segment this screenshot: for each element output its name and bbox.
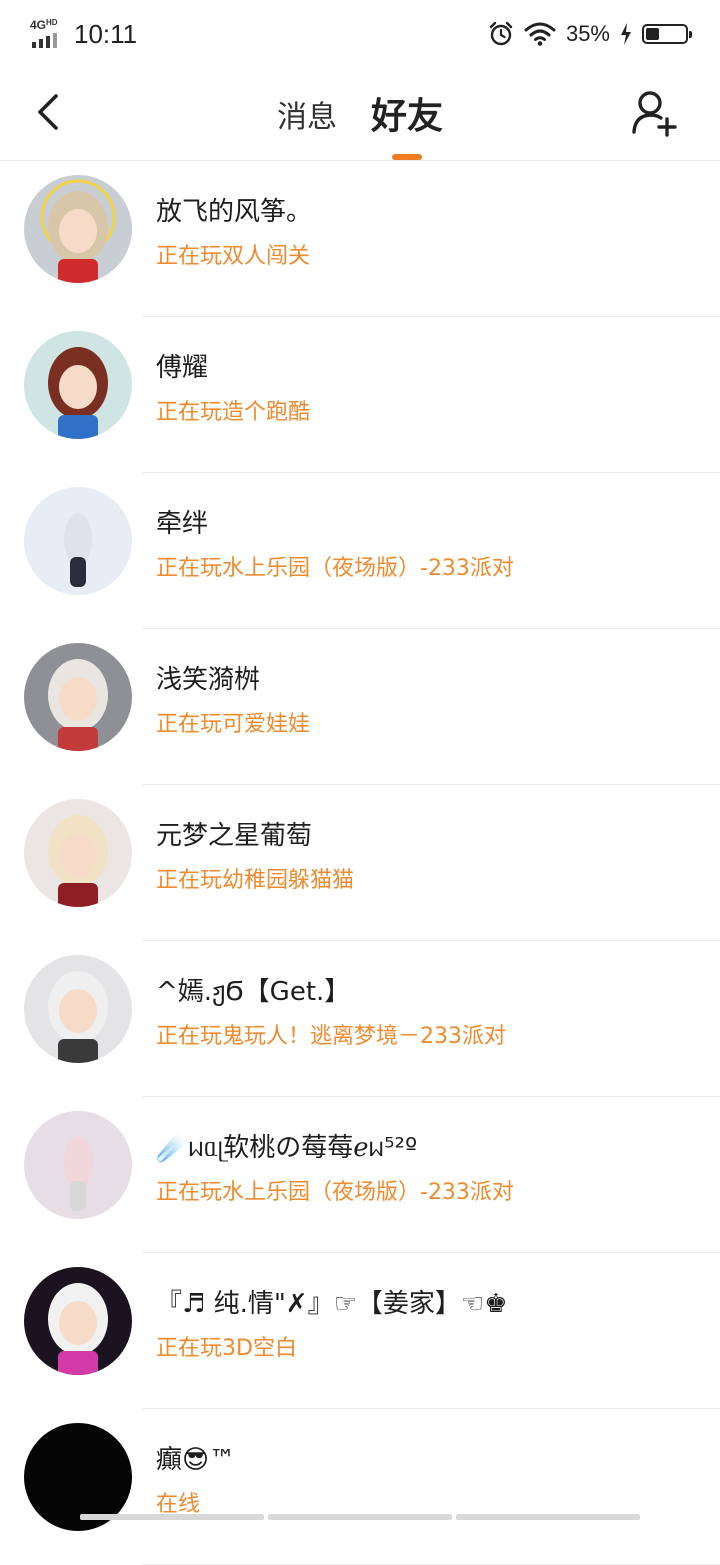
- battery-percent: 35%: [565, 21, 610, 46]
- avatar-character-image: [48, 971, 108, 1063]
- active-tab-indicator: [391, 154, 422, 160]
- avatar-character-image: [48, 347, 108, 439]
- friend-name: ☄️ᥕᥲᥨ软桃の莓莓ℯᥕ⁵²º: [156, 1133, 418, 1163]
- status-right: 35%: [488, 14, 692, 54]
- friend-name: 放飞的风筝。: [156, 197, 313, 227]
- friend-avatar[interactable]: [24, 643, 132, 751]
- friend-status: 正在玩双人闯关: [156, 244, 311, 269]
- avatar-character-image: [48, 659, 108, 751]
- friend-name: 傅耀: [156, 353, 209, 383]
- tab-bar: 消息 好友: [0, 66, 720, 160]
- battery-fill: [646, 28, 660, 40]
- alarm-icon: [489, 21, 513, 46]
- friend-name: 『♬ 纯.情"✗』☞【姜家】☜♚: [156, 1289, 508, 1319]
- network-type-label: 4GHD: [30, 18, 58, 32]
- battery-icon: [642, 24, 692, 44]
- bottom-bar-edge: [80, 1514, 640, 1520]
- friend-avatar[interactable]: [24, 1267, 132, 1375]
- friend-list-item[interactable]: 癲😎™ 在线: [0, 1409, 720, 1565]
- tab-messages[interactable]: 消息: [277, 65, 337, 161]
- friend-list-item[interactable]: 浅笑漪桝正在玩可爱娃娃: [0, 629, 720, 785]
- tab-friends-label: 好友: [370, 96, 443, 137]
- friend-avatar[interactable]: [24, 175, 132, 283]
- avatar-character-image: [64, 513, 92, 587]
- friend-list: 放飞的风筝。正在玩双人闯关傅耀正在玩造个跑酷牵绊正在玩水上乐园（夜场版）-233…: [0, 161, 720, 1565]
- friend-status: 正在玩3D空白: [156, 1336, 297, 1361]
- cellular-signal-icon: 4GHD: [30, 18, 66, 50]
- friend-name: ^嫣.ჟϬ【Get.】: [156, 977, 351, 1007]
- friend-list-item[interactable]: 傅耀 正在玩造个跑酷: [0, 317, 720, 473]
- avatar-character-image: [64, 1137, 92, 1211]
- friend-list-item[interactable]: 放飞的风筝。正在玩双人闯关: [0, 161, 720, 317]
- friend-name: 牵绊: [156, 509, 209, 539]
- friend-name: 浅笑漪桝: [156, 665, 261, 695]
- friend-list-item[interactable]: 『♬ 纯.情"✗』☞【姜家】☜♚ 正在玩3D空白: [0, 1253, 720, 1409]
- friend-avatar[interactable]: [24, 955, 132, 1063]
- friend-list-item[interactable]: ☄️ᥕᥲᥨ软桃の莓莓ℯᥕ⁵²º 正在玩水上乐园（夜场版）-233派对: [0, 1097, 720, 1253]
- friend-status: 正在玩幼稚园躲猫猫: [156, 868, 355, 893]
- avatar-character-image: [40, 179, 116, 283]
- wifi-icon: [524, 22, 556, 46]
- friend-status: 正在玩造个跑酷: [156, 400, 311, 425]
- add-user-icon: [632, 91, 677, 137]
- friend-name: 元梦之星葡萄: [156, 821, 313, 851]
- friend-status: 正在玩水上乐园（夜场版）-233派对: [156, 1180, 514, 1205]
- header: 消息 好友: [0, 66, 720, 161]
- clock: 10:11: [74, 18, 138, 49]
- friend-avatar[interactable]: [24, 487, 132, 595]
- charging-icon: [621, 23, 631, 45]
- friend-avatar[interactable]: [24, 331, 132, 439]
- avatar-character-image: [48, 815, 108, 907]
- status-bar: 4GHD 10:11 35%: [0, 0, 720, 66]
- friend-list-item[interactable]: 牵绊正在玩水上乐园（夜场版）-233派对: [0, 473, 720, 629]
- friend-name: 癲😎™: [156, 1445, 236, 1475]
- friend-list-item[interactable]: 元梦之星葡萄正在玩幼稚园躲猫猫: [0, 785, 720, 941]
- friend-avatar[interactable]: [24, 799, 132, 907]
- friend-avatar[interactable]: [24, 1111, 132, 1219]
- add-friend-button[interactable]: [630, 88, 680, 138]
- tab-friends[interactable]: 好友: [371, 66, 443, 160]
- tab-messages-label: 消息: [276, 100, 337, 135]
- friend-list-item[interactable]: ^嫣.ჟϬ【Get.】正在玩鬼玩人！逃离梦境－233派对: [0, 941, 720, 1097]
- friend-status: 正在玩鬼玩人！逃离梦境－233派对: [156, 1024, 506, 1049]
- status-left: 4GHD 10:11: [30, 14, 137, 54]
- avatar-character-image: [48, 1283, 108, 1375]
- friend-status: 正在玩可爱娃娃: [156, 712, 311, 737]
- friend-status: 正在玩水上乐园（夜场版）-233派对: [156, 556, 514, 581]
